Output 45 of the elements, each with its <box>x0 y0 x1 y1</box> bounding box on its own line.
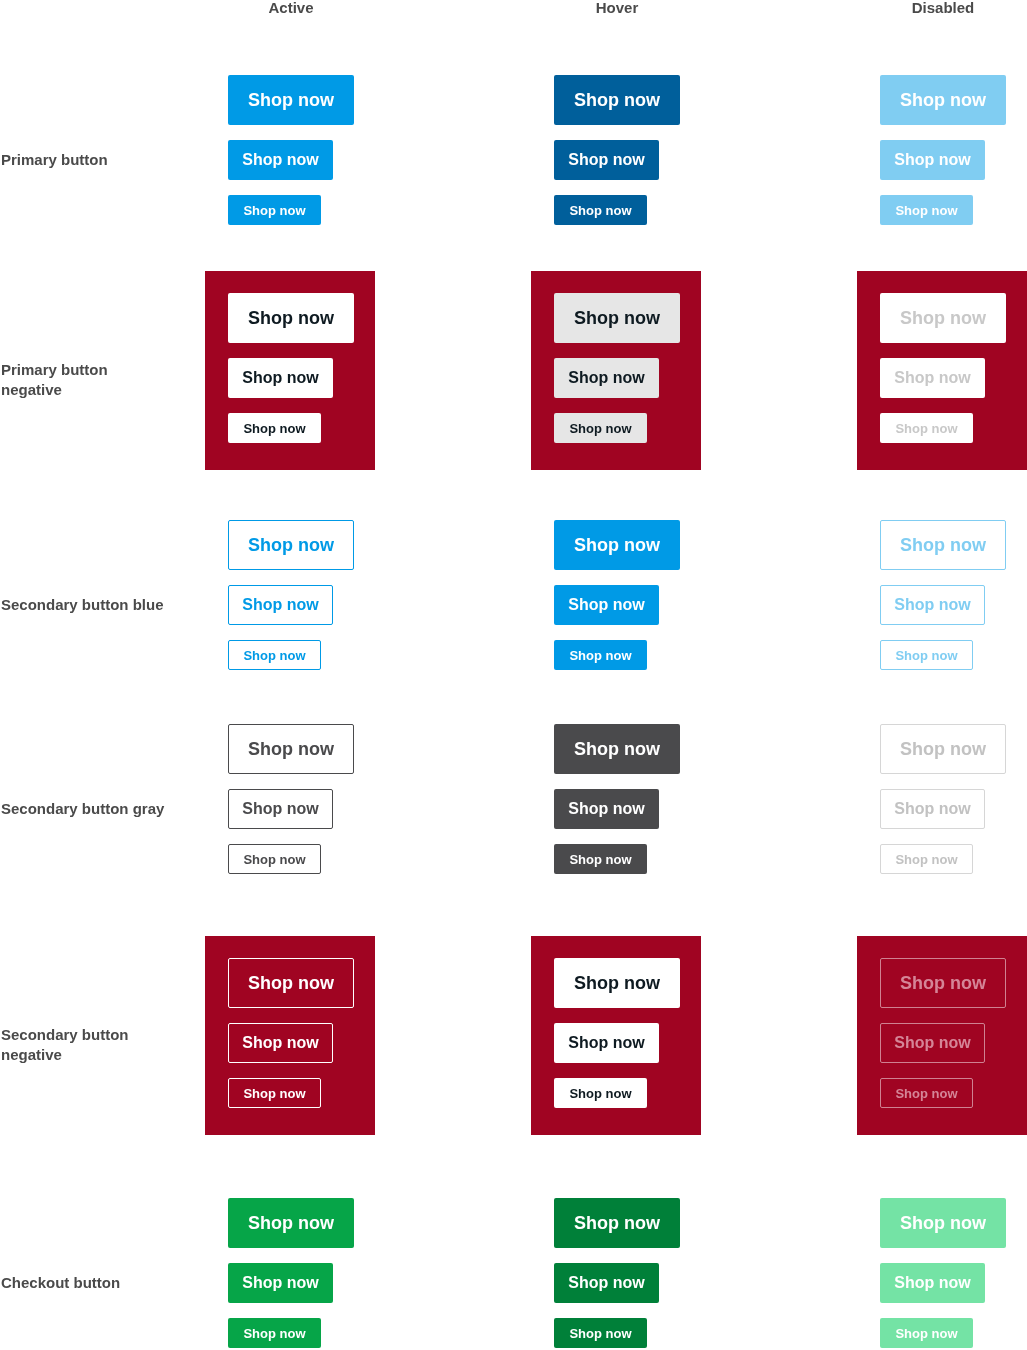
shop-button[interactable]: Shop now <box>554 958 680 1008</box>
shop-button[interactable]: Shop now <box>228 724 354 774</box>
row-label: Secondary button negative <box>0 1025 130 1065</box>
shop-button[interactable]: Shop now <box>228 789 333 829</box>
shop-button[interactable]: Shop now <box>228 520 354 570</box>
shop-button[interactable]: Shop now <box>554 585 659 625</box>
shop-button[interactable]: Shop now <box>554 413 647 443</box>
shop-button[interactable]: Shop now <box>228 1318 321 1348</box>
shop-button[interactable]: Shop now <box>228 75 354 125</box>
shop-button[interactable]: Shop now <box>228 958 354 1008</box>
shop-button[interactable]: Shop now <box>554 195 647 225</box>
row-label: Primary button <box>0 150 108 170</box>
shop-button[interactable]: Shop now <box>554 789 659 829</box>
shop-button[interactable]: Shop now <box>228 585 333 625</box>
row-label: Secondary button gray <box>0 799 165 819</box>
shop-button[interactable]: Shop now <box>228 1198 354 1248</box>
row-label: Checkout button <box>0 1273 121 1293</box>
shop-button[interactable]: Shop now <box>554 844 647 874</box>
shop-button[interactable]: Shop now <box>228 358 333 398</box>
shop-button[interactable]: Shop now <box>554 358 659 398</box>
shop-button[interactable]: Shop now <box>228 195 321 225</box>
shop-button[interactable]: Shop now <box>554 1263 659 1303</box>
shop-button[interactable]: Shop now <box>228 140 333 180</box>
shop-button[interactable]: Shop now <box>554 75 680 125</box>
shop-button[interactable]: Shop now <box>228 1078 321 1108</box>
shop-button[interactable]: Shop now <box>554 140 659 180</box>
shop-button[interactable]: Shop now <box>554 1078 647 1108</box>
shop-button[interactable]: Shop now <box>554 1198 680 1248</box>
shop-button[interactable]: Shop now <box>554 640 647 670</box>
shop-button[interactable]: Shop now <box>228 1263 333 1303</box>
row-label: Primary button negative <box>0 360 109 400</box>
shop-button[interactable]: Shop now <box>554 724 680 774</box>
column-header: Active <box>267 0 315 16</box>
shop-button[interactable]: Shop now <box>554 520 680 570</box>
row-label: Secondary button blue <box>0 595 164 615</box>
shop-button[interactable]: Shop now <box>554 1023 659 1063</box>
shop-button[interactable]: Shop now <box>228 640 321 670</box>
shop-button[interactable]: Shop now <box>228 413 321 443</box>
shop-button[interactable]: Shop now <box>228 844 321 874</box>
shop-button[interactable]: Shop now <box>554 293 680 343</box>
shop-button[interactable]: Shop now <box>554 1318 647 1348</box>
column-header: Disabled <box>910 0 976 16</box>
shop-button[interactable]: Shop now <box>228 1023 333 1063</box>
shop-button[interactable]: Shop now <box>228 293 354 343</box>
column-header: Hover <box>594 0 640 16</box>
